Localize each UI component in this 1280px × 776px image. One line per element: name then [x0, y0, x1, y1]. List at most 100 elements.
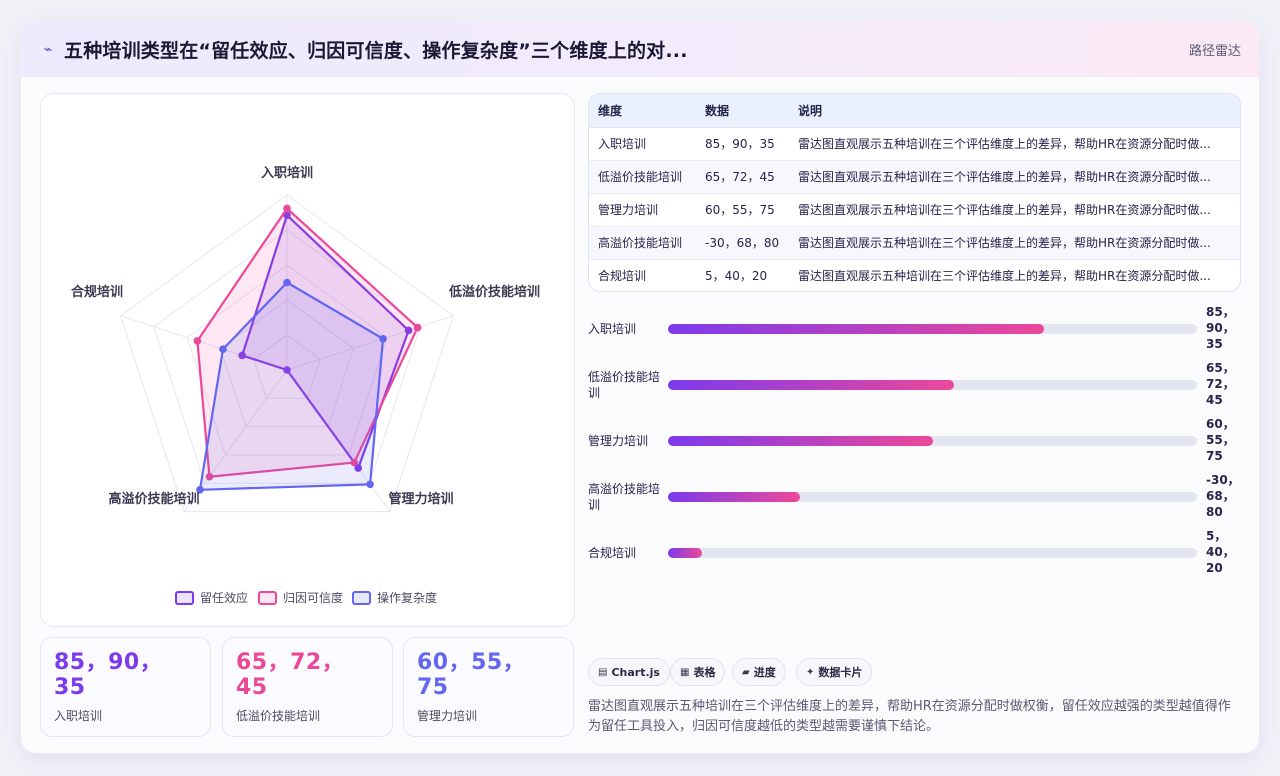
progress-track [668, 380, 1197, 390]
radar-axis-label: 合规培训 [71, 284, 123, 300]
chip-label: 进度 [753, 666, 776, 679]
data-table: 维度 数据 说明 入职培训 85，90，35 雷达图直观展示五种培训在三个评估维… [588, 93, 1241, 292]
progress-fill [668, 436, 933, 446]
table-icon: ▦ [680, 666, 690, 678]
progress-value: 60， 55， 75 [1206, 416, 1242, 464]
progress-row: 合规培训 5， 40， 20 [588, 528, 1248, 578]
progress-value-line: 90， [1206, 321, 1235, 335]
dashboard-card: ⌁ 五种培训类型在“留任效应、归因可信度、操作复杂度”三个维度上的对... 路径… [20, 20, 1260, 754]
chip-table[interactable]: ▦ 表格 [670, 658, 726, 686]
progress-icon: ▰ [742, 666, 750, 678]
radar-axis-label: 低溢价技能培训 [448, 284, 540, 300]
chip-label: Chart.js [611, 665, 660, 679]
table-cell-note: 雷达图直观展示五种培训在三个评估维度上的差异，帮助HR在资源分配时做... [789, 160, 1240, 194]
stat-value: 65，72， 45 [236, 650, 379, 700]
stat-value-line: 60，55， [417, 650, 526, 675]
radar-axis-label: 高溢价技能培训 [108, 491, 199, 507]
progress-fill [668, 324, 1044, 334]
progress-label: 管理力培训 [588, 434, 649, 448]
progress-row: 低溢价技能培训 65， 72， 45 [588, 360, 1248, 410]
table-cell-data: 65，72，45 [696, 160, 789, 194]
stat-value-line: 85，90， [54, 650, 163, 675]
legend-label: 留任效应 [200, 590, 248, 605]
chip-data-card[interactable]: ✦ 数据卡片 [796, 658, 873, 686]
progress-value-line: 65， [1206, 361, 1235, 375]
table-cell-note: 雷达图直观展示五种培训在三个评估维度上的差异，帮助HR在资源分配时做... [798, 269, 1211, 284]
column-header[interactable]: 维度 [589, 94, 696, 128]
chip-progress[interactable]: ▰ 进度 [732, 658, 786, 686]
radar-data-point [219, 345, 227, 354]
progress-value: 5， 40， 20 [1206, 528, 1242, 576]
progress-track [668, 548, 1197, 558]
radar-axis-label: 入职培训 [261, 165, 313, 181]
progress-fill [668, 548, 703, 558]
radar-chart-panel: 入职培训 低溢价技能培训 管理力培训 高溢价技能培训 合规培训 留任效应 归因可信度 操作复杂… [40, 93, 575, 627]
stat-value: 60，55， 75 [417, 650, 560, 700]
lightning-icon: ⌁ [43, 40, 53, 58]
legend-swatch [175, 591, 194, 605]
table-cell-note: 雷达图直观展示五种培训在三个评估维度上的差异，帮助HR在资源分配时做... [789, 193, 1240, 227]
chart-icon: ▤ [598, 666, 608, 678]
table-cell-dimension: 入职培训 [589, 127, 696, 161]
card-icon: ✦ [806, 666, 815, 678]
radar-data-point [366, 480, 374, 489]
stat-value-line: 45 [236, 675, 268, 700]
legend-swatch [258, 591, 277, 605]
table-cell-dimension: 低溢价技能培训 [589, 160, 696, 194]
progress-fill [668, 380, 954, 390]
table-cell-data: 85，90，35 [696, 127, 789, 161]
column-header[interactable]: 说明 [789, 94, 1240, 128]
table-row[interactable]: 合规培训 5，40，20 雷达图直观展示五种培训在三个评估维度上的差异，帮助HR… [589, 259, 1240, 291]
radar-data-point [193, 337, 202, 345]
progress-value-line: 5， [1206, 529, 1227, 543]
table-cell-data: 60，55，75 [696, 193, 789, 227]
progress-label: 入职培训 [588, 322, 637, 336]
header-bar: ⌁ 五种培训类型在“留任效应、归因可信度、操作复杂度”三个维度上的对... 路径… [21, 21, 1259, 77]
table-cell-dimension: 合规培训 [598, 269, 647, 284]
chip-chartjs[interactable]: ▤ Chart.js [588, 658, 670, 686]
progress-value-line: 72， [1206, 377, 1235, 391]
stat-card-2: 65，72， 45 低溢价技能培训 [222, 637, 393, 737]
table-cell-data: -30，68，80 [696, 226, 789, 260]
progress-track [668, 492, 1197, 502]
table-row[interactable]: 管理力培训 60，55，75 雷达图直观展示五种培训在三个评估维度上的差异，帮助… [589, 193, 1240, 227]
progress-label: 低溢价技能培训 [588, 370, 661, 400]
progress-value: -30， 68， 80 [1206, 472, 1242, 520]
stat-card-1: 85，90， 35 入职培训 [40, 637, 211, 737]
progress-track [668, 436, 1197, 446]
stat-card-3: 60，55， 75 管理力培训 [403, 637, 574, 737]
table-cell-dimension: 管理力培训 [589, 193, 696, 227]
progress-fill [668, 492, 801, 502]
progress-label: 合规培训 [588, 546, 637, 560]
radar-data-point [283, 278, 291, 287]
progress-value-line: 85， [1206, 305, 1235, 319]
column-header[interactable]: 数据 [696, 94, 789, 128]
stat-label: 低溢价技能培训 [236, 709, 321, 723]
progress-row: 管理力培训 60， 55， 75 [588, 416, 1248, 466]
table-cell-note: 雷达图直观展示五种培训在三个评估维度上的差异，帮助HR在资源分配时做... [789, 226, 1240, 260]
radar-axis-label: 管理力培训 [388, 491, 453, 507]
progress-row: 高溢价技能培训 -30， 68， 80 [588, 472, 1248, 522]
progress-row: 入职培训 85， 90， 35 [588, 304, 1248, 354]
progress-value-line: 20 [1206, 561, 1223, 575]
chip-label: 表格 [693, 666, 716, 679]
stat-value: 85，90， 35 [54, 650, 197, 700]
table-row[interactable]: 入职培训 85，90，35 雷达图直观展示五种培训在三个评估维度上的差异，帮助H… [589, 127, 1240, 161]
page-title: 五种培训类型在“留任效应、归因可信度、操作复杂度”三个维度上的对... [64, 39, 688, 62]
chip-label: 数据卡片 [818, 666, 863, 679]
table-row[interactable]: 高溢价技能培训 -30，68，80 雷达图直观展示五种培训在三个评估维度上的差异… [589, 226, 1240, 260]
table-cell-dimension: 高溢价技能培训 [589, 226, 696, 260]
chart-mode-label[interactable]: 路径雷达 [1189, 40, 1241, 59]
progress-value: 85， 90， 35 [1206, 304, 1242, 352]
table-cell-data: 5，40，20 [705, 269, 768, 284]
radar-data-point [413, 323, 422, 332]
progress-value-line: 80 [1206, 505, 1223, 519]
radar-data-point [379, 335, 387, 343]
table-cell-note: 雷达图直观展示五种培训在三个评估维度上的差异，帮助HR在资源分配时做... [789, 127, 1240, 161]
progress-value-line: 60， [1206, 417, 1235, 431]
legend-label: 操作复杂度 [377, 590, 437, 605]
stat-label: 管理力培训 [417, 709, 478, 723]
progress-label: 高溢价技能培训 [588, 482, 661, 512]
progress-value-line: 75 [1206, 449, 1223, 463]
table-row[interactable]: 低溢价技能培训 65，72，45 雷达图直观展示五种培训在三个评估维度上的差异，… [589, 160, 1240, 194]
